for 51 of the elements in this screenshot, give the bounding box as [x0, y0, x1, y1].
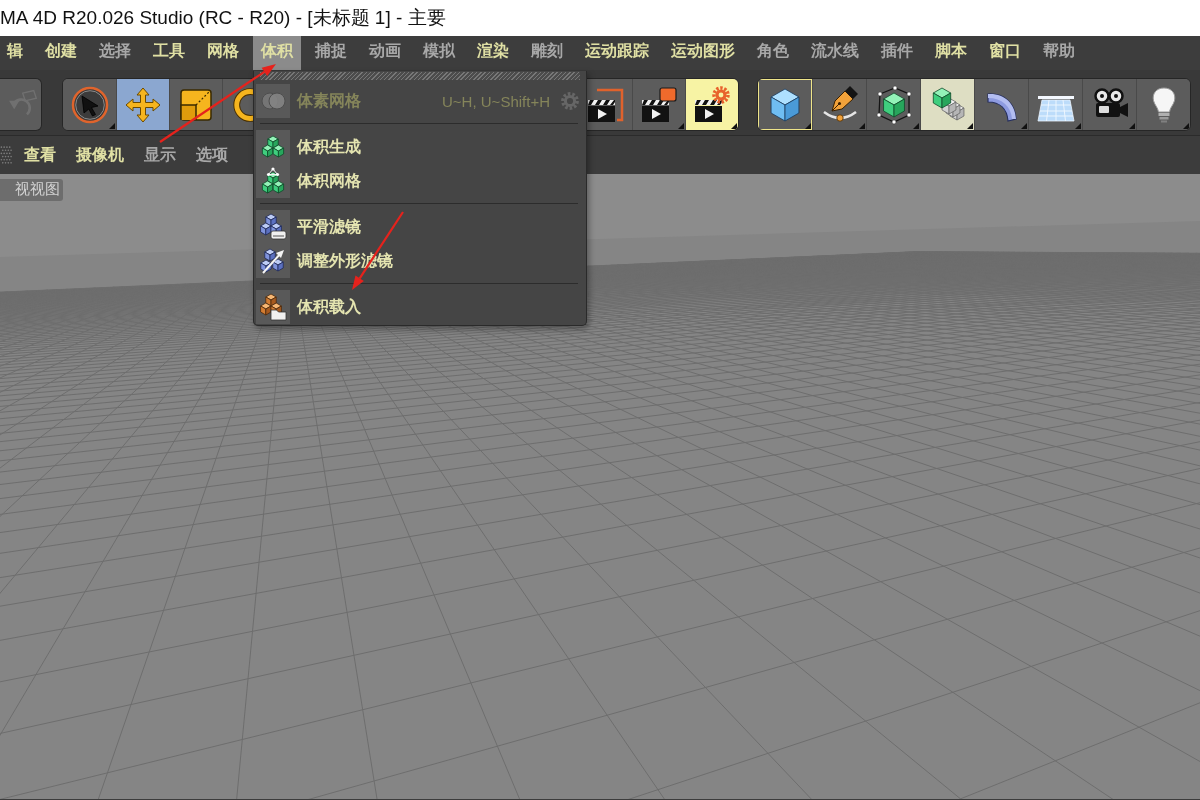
menu-bar-item[interactable]: 工具 [145, 36, 193, 70]
cubes-brush-icon [256, 210, 290, 244]
menu-item[interactable]: 体积载入 [256, 290, 582, 324]
menu-bar-item[interactable]: 脚本 [927, 36, 975, 70]
window-title: MA 4D R20.026 Studio (RC - R20) - [未标题 1] - 主要 [0, 6, 446, 30]
menu-bar-item[interactable]: 创建 [37, 36, 85, 70]
menu-bar-item[interactable]: 选择 [91, 36, 139, 70]
pen-button[interactable] [812, 79, 866, 130]
clapboard-button[interactable] [685, 79, 738, 130]
light-button[interactable] [1136, 79, 1190, 130]
move-tool-button[interactable] [116, 79, 169, 130]
clapboard-gear-icon [692, 84, 732, 125]
menu-bar-item[interactable]: 渲染 [469, 36, 517, 70]
menu-bar-item[interactable]: 插件 [873, 36, 921, 70]
tear-off-handle[interactable] [260, 72, 580, 80]
clapboard-square-icon [639, 84, 679, 125]
menu-item[interactable]: 体积生成 [256, 130, 582, 164]
overlapping-circles-icon [256, 84, 290, 118]
menu-bar-item[interactable]: 网格 [199, 36, 247, 70]
clapboard-button[interactable] [632, 79, 685, 130]
camera-button[interactable] [1082, 79, 1136, 130]
menu-bar-item[interactable]: 模拟 [415, 36, 463, 70]
view-label: 视视图 [0, 179, 63, 201]
view-menu-item[interactable]: 显示 [134, 140, 186, 170]
menu-bar-item[interactable]: 窗口 [981, 36, 1029, 70]
cubes-network-icon [256, 164, 290, 198]
view-menu-item[interactable]: 选项 [186, 140, 238, 170]
menu-bar-item[interactable]: 角色 [749, 36, 797, 70]
cursor-tool-button[interactable] [63, 79, 116, 130]
floor-button[interactable] [1028, 79, 1082, 130]
keyboard-shortcut: U~H, U~Shift+H [442, 92, 550, 110]
cube-frame-button[interactable] [866, 79, 920, 130]
cube-frame-icon [873, 84, 914, 125]
menu-bar-item[interactable]: 辑 [3, 36, 31, 70]
menu-bar-item[interactable]: 雕刻 [523, 36, 571, 70]
cursor-icon [69, 84, 110, 125]
menu-bar-item[interactable]: 动画 [361, 36, 409, 70]
menu-bar-item[interactable]: 运动跟踪 [577, 36, 657, 70]
curved-slab-button[interactable] [974, 79, 1028, 130]
menu-item[interactable]: 平滑滤镜 [256, 210, 582, 244]
menu-bar-item[interactable]: 捕捉 [307, 36, 355, 70]
menu-bar-item[interactable]: 帮助 [1035, 36, 1083, 70]
menu-bar-item[interactable]: 流水线 [803, 36, 867, 70]
cube-stack-button[interactable] [920, 79, 974, 130]
cube-button[interactable] [758, 79, 812, 130]
cubes-icon [256, 130, 290, 164]
menu-bar-item[interactable]: 运动图形 [663, 36, 743, 70]
menu-item[interactable]: 体积网格 [256, 164, 582, 198]
view-menu-item[interactable]: 查看 [14, 140, 66, 170]
grip-icon[interactable] [0, 145, 12, 165]
view-menu-item[interactable]: 摄像机 [66, 140, 134, 170]
